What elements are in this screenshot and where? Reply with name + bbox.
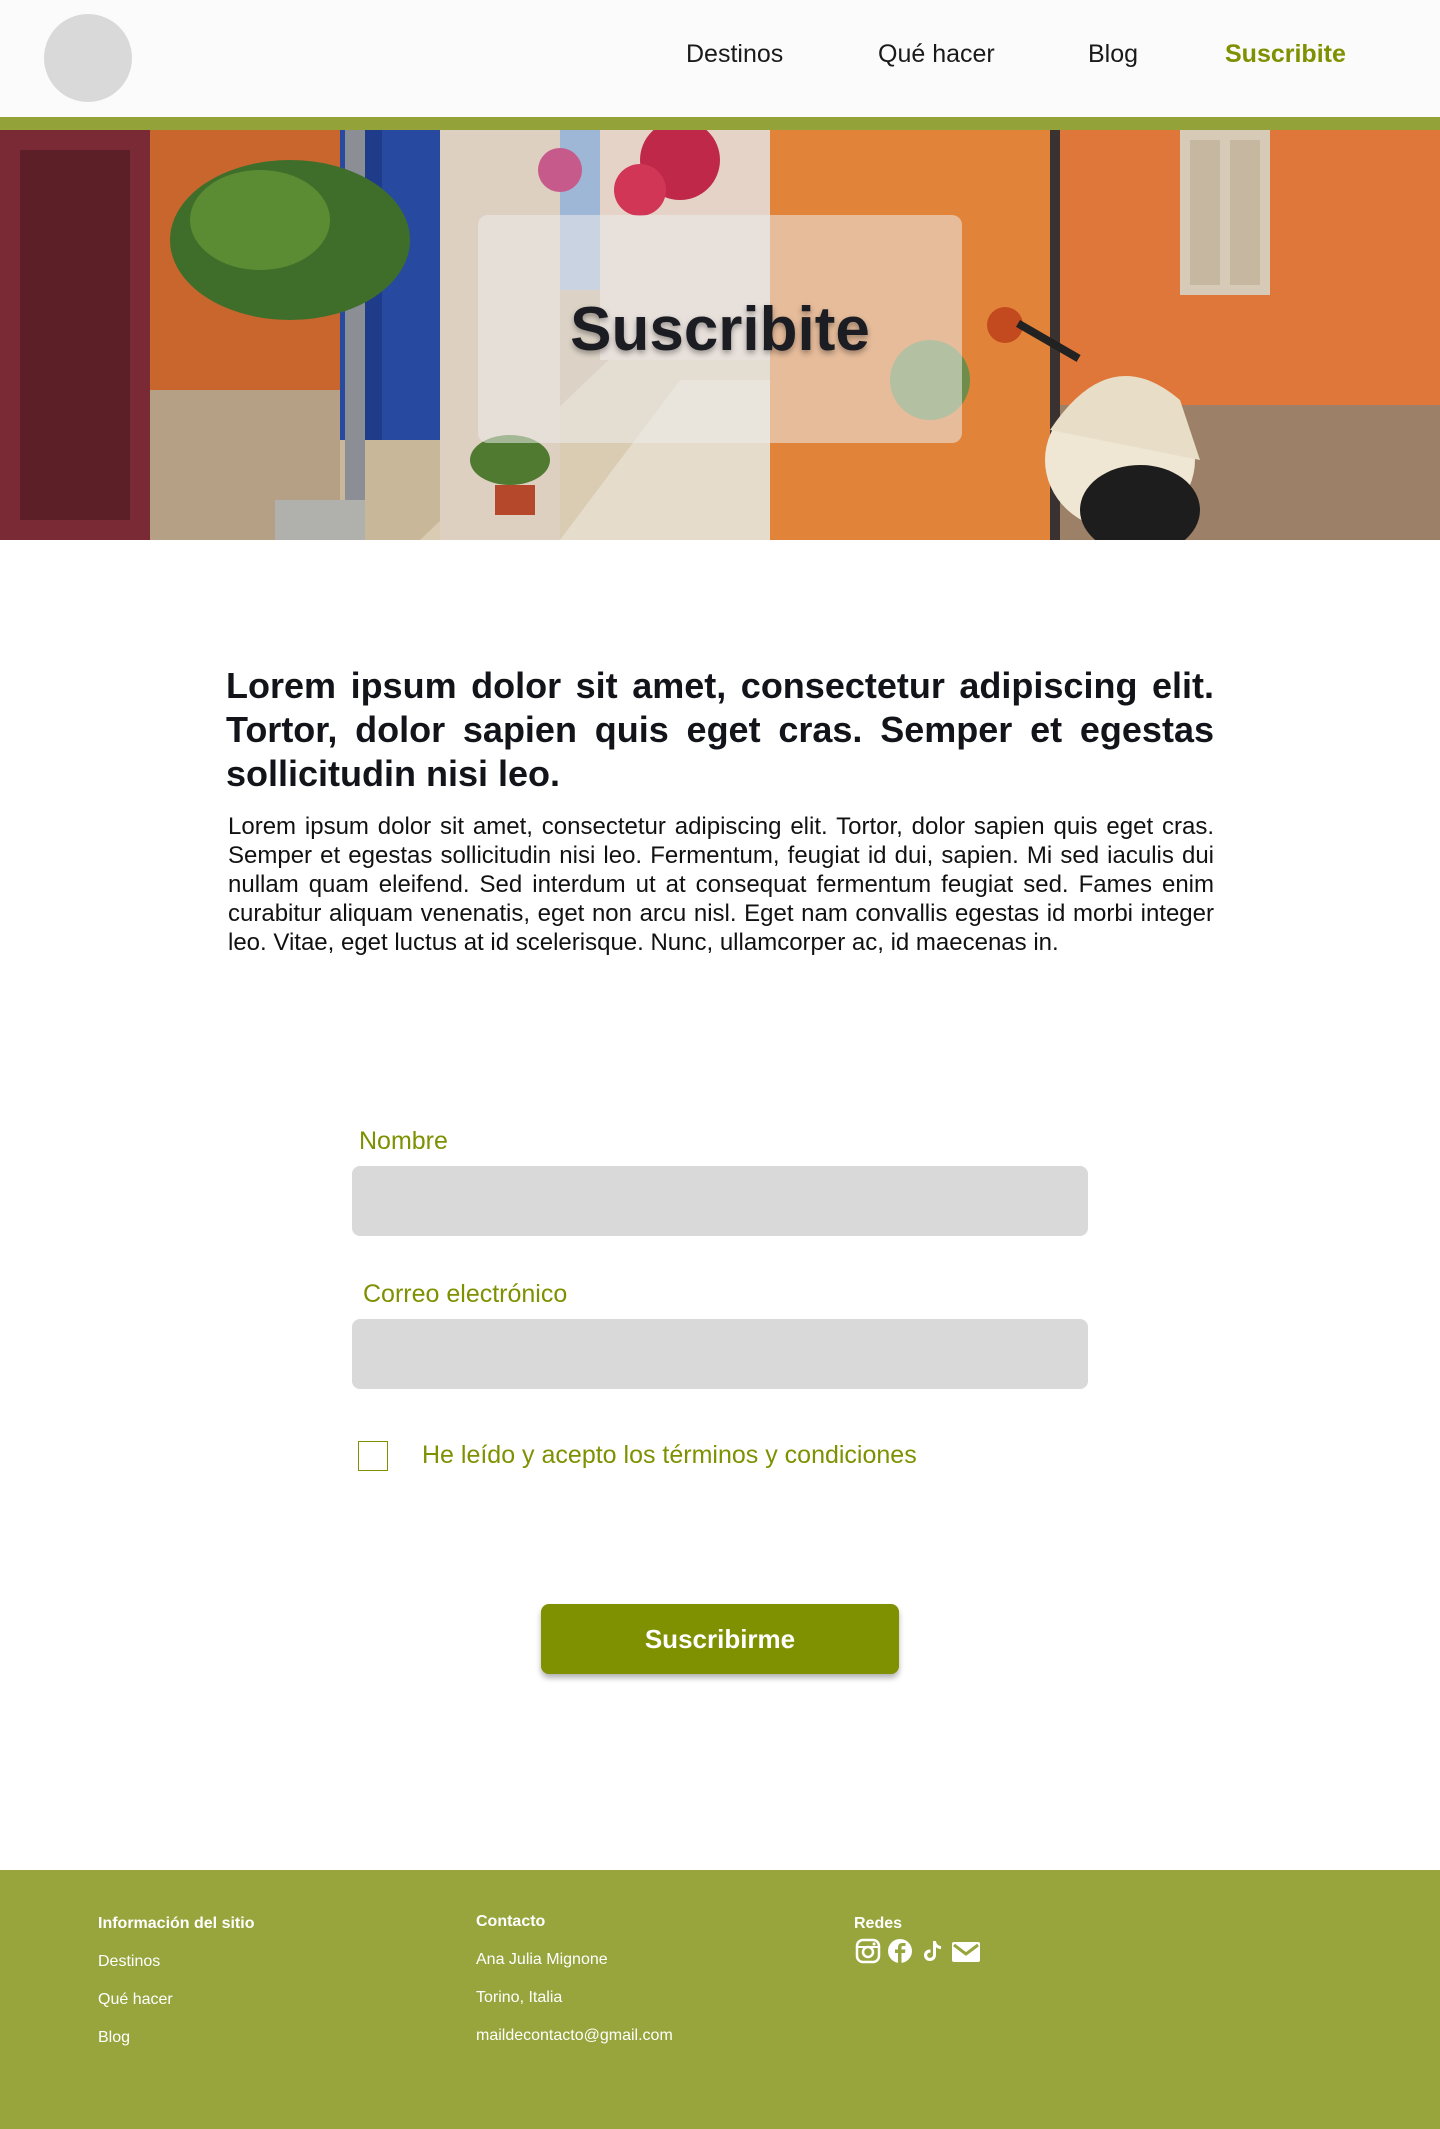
social-links xyxy=(855,1938,980,1964)
terms-label[interactable]: He leído y acepto los términos y condici… xyxy=(422,1441,917,1470)
logo[interactable] xyxy=(44,14,132,102)
email-field[interactable] xyxy=(352,1319,1088,1389)
nav-item-blog[interactable]: Blog xyxy=(1088,40,1138,69)
email-label: Correo electrónico xyxy=(363,1280,568,1308)
subscribe-button[interactable]: Suscribirme xyxy=(541,1604,899,1674)
facebook-icon[interactable] xyxy=(887,1938,913,1964)
footer-social-title: Redes xyxy=(854,1915,903,1932)
footer-contact-name: Ana Julia Mignone xyxy=(476,1951,608,1968)
header-accent-bar xyxy=(0,117,1440,130)
footer-info-title: Información del sitio xyxy=(98,1915,255,1932)
footer-contact-email[interactable]: maildecontacto@gmail.com xyxy=(476,2027,673,2045)
nav-item-suscribite[interactable]: Suscribite xyxy=(1225,40,1346,69)
footer-contact-location: Torino, Italia xyxy=(476,1989,563,2006)
footer-contact-title: Contacto xyxy=(476,1913,546,1930)
page-title: Suscribite xyxy=(570,294,870,364)
tiktok-icon[interactable] xyxy=(919,1938,945,1964)
name-label: Nombre xyxy=(359,1127,448,1155)
site-footer: Información del sitio Destinos Qué hacer… xyxy=(0,1870,1440,2129)
footer-link-que-hacer[interactable]: Qué hacer xyxy=(98,1991,173,2009)
nav-item-que-hacer[interactable]: Qué hacer xyxy=(878,40,995,69)
nav-item-destinos[interactable]: Destinos xyxy=(686,40,783,69)
intro-paragraph: Lorem ipsum dolor sit amet, consectetur … xyxy=(228,813,1214,956)
terms-checkbox[interactable] xyxy=(358,1441,388,1471)
instagram-icon[interactable] xyxy=(855,1938,881,1964)
intro-headline: Lorem ipsum dolor sit amet, consectetur … xyxy=(226,665,1214,794)
footer-link-destinos[interactable]: Destinos xyxy=(98,1953,160,1971)
hero-banner: Suscribite xyxy=(0,130,1440,540)
mail-icon[interactable] xyxy=(951,1938,980,1964)
name-field[interactable] xyxy=(352,1166,1088,1236)
footer-link-blog[interactable]: Blog xyxy=(98,2029,130,2047)
hero-title-box: Suscribite xyxy=(478,215,962,443)
site-header: Destinos Qué hacer Blog Suscribite xyxy=(0,0,1440,117)
